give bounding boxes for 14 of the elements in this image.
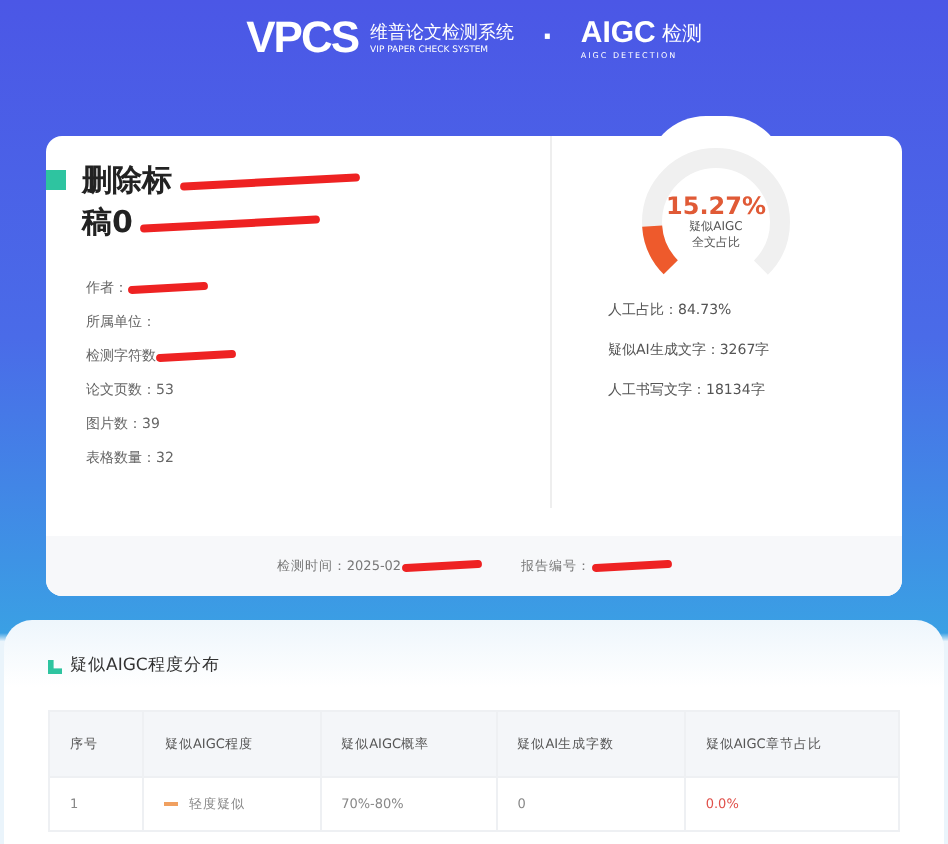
aigc-logo: AIGC <box>580 16 656 50</box>
aigc-percentage: 15.27% <box>666 192 766 220</box>
report-title: 删除标 稿0 <box>82 160 360 244</box>
accent-marker <box>46 170 66 190</box>
section-title: 疑似AIGC程度分布 <box>70 654 220 678</box>
logo: VPCS <box>246 12 359 64</box>
brand-name: 维普论文检测系统 <box>370 20 515 45</box>
redaction-mark <box>155 348 237 362</box>
redaction-mark <box>127 280 209 294</box>
redaction-mark <box>401 559 482 573</box>
section-icon <box>48 659 62 673</box>
separator-dot: · <box>542 22 553 54</box>
redaction-mark <box>591 559 672 573</box>
aigc-title: 检测 <box>661 21 702 47</box>
